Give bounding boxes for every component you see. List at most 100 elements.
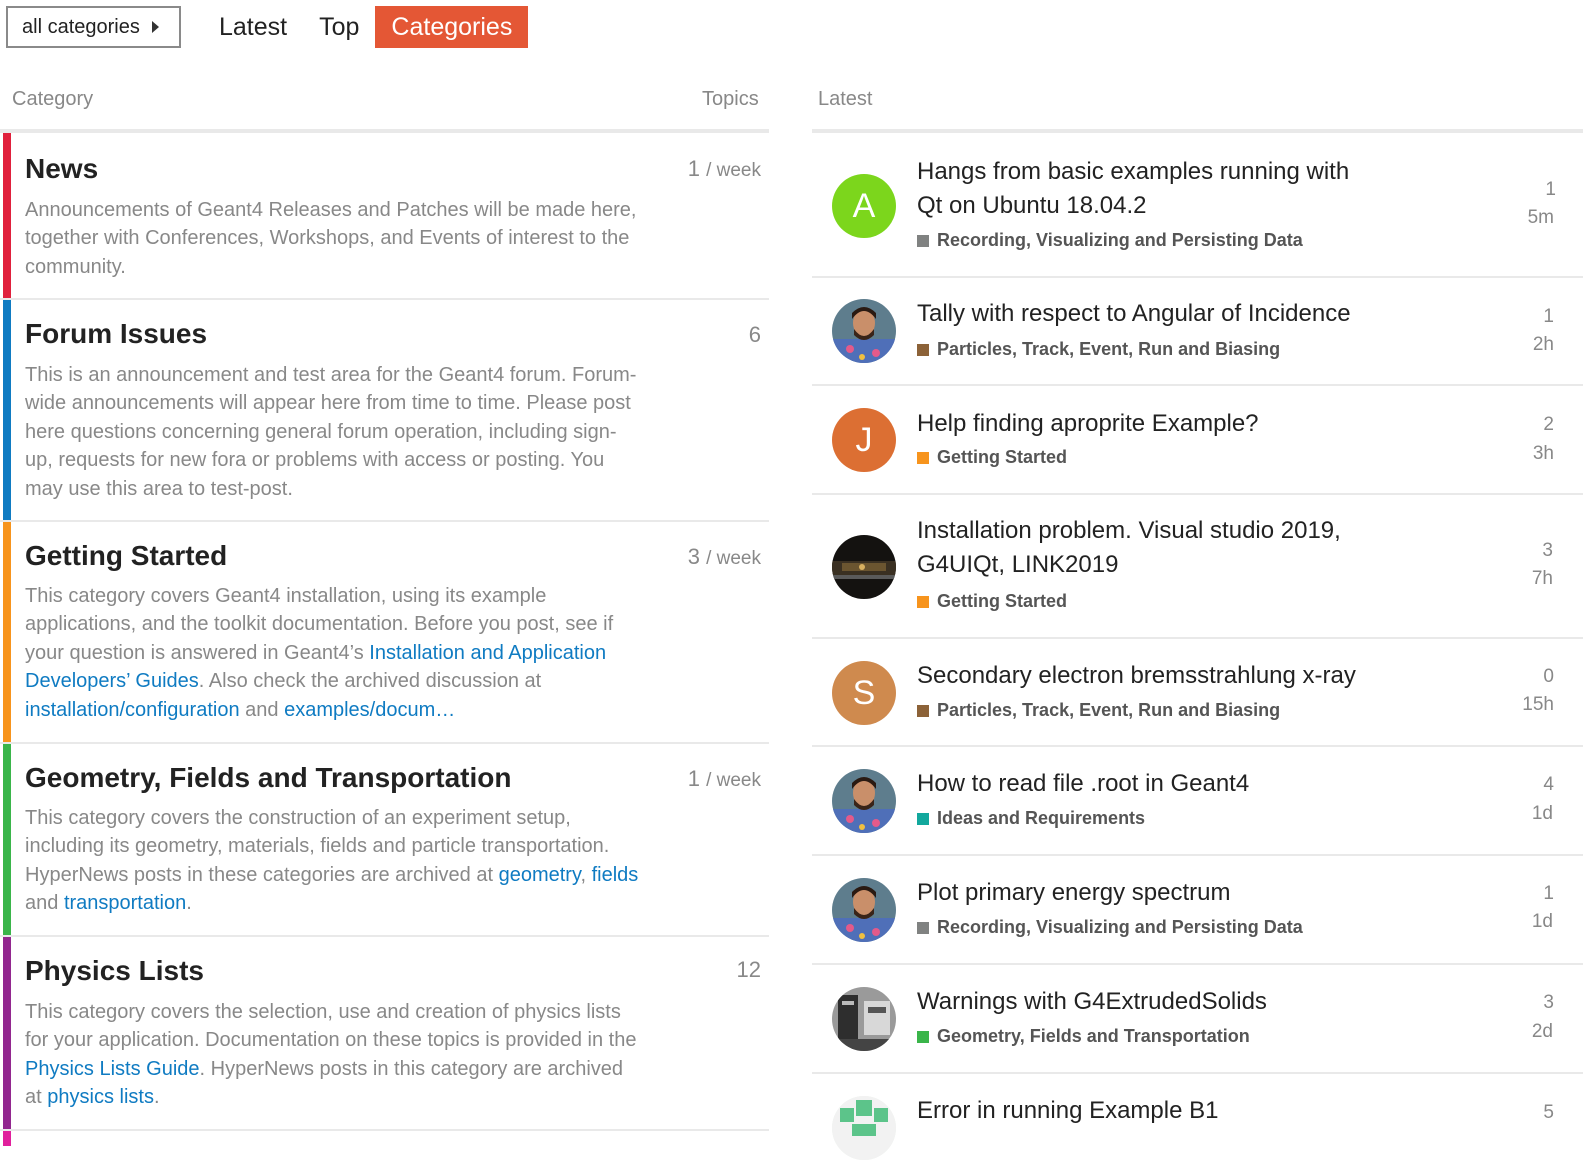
topic-title[interactable]: Tally with respect to Angular of Inciden… [917, 297, 1377, 331]
fields-link[interactable]: fields [592, 864, 639, 886]
category-topics-count: 1 / week [688, 156, 761, 182]
user-photo-icon [832, 299, 896, 363]
topic-activity-age[interactable]: 1d [1532, 803, 1553, 825]
category-name[interactable]: Getting Started [25, 540, 227, 572]
topic-replies: 3 [1542, 540, 1553, 561]
topic-activity-age[interactable]: 1d [1532, 911, 1553, 933]
topic-title[interactable]: Help finding aproprite Example? [917, 407, 1377, 441]
topic-replies: 1 [1543, 883, 1554, 904]
topics-number: 6 [748, 322, 761, 347]
geometry-link[interactable]: geometry [499, 864, 581, 886]
topic-row[interactable]: Plot primary energy spectrum Recording, … [812, 856, 1583, 965]
topic-activity-age[interactable]: 2d [1532, 1021, 1553, 1043]
category-row-geometry[interactable]: Geometry, Fields and Transportation 1 / … [0, 744, 769, 937]
tab-top[interactable]: Top [303, 6, 375, 48]
category-name[interactable]: Forum Issues [25, 318, 207, 350]
category-name[interactable]: News [25, 153, 98, 185]
avatar[interactable] [832, 1096, 896, 1160]
avatar[interactable] [832, 878, 896, 942]
topics-number: 1 [687, 156, 700, 181]
topics-column-header[interactable]: Topics [702, 88, 759, 111]
topic-title[interactable]: Hangs from basic examples running with Q… [917, 155, 1377, 223]
topic-row[interactable]: Warnings with G4ExtrudedSolids Geometry,… [812, 965, 1583, 1074]
category-description: This category covers the construction of… [25, 807, 639, 915]
category-description: This category covers the selection, use … [25, 1001, 637, 1109]
caret-right-icon [151, 21, 159, 33]
category-color-bar [3, 937, 11, 1129]
latest-column-header: Latest [818, 88, 873, 110]
topic-activity-age[interactable]: 7h [1532, 568, 1553, 590]
user-photo-icon [832, 769, 896, 833]
topics-unit: / week [706, 160, 761, 181]
category-color-bar [3, 300, 11, 520]
category-row-forum-issues[interactable]: Forum Issues 6 This is an announcement a… [0, 300, 769, 522]
category-dropdown-label: all categories [22, 15, 140, 38]
topic-category-badge[interactable]: Geometry, Fields and Transportation [917, 1026, 1250, 1047]
topic-category-badge[interactable]: Recording, Visualizing and Persisting Da… [917, 917, 1303, 938]
category-row-news[interactable]: News 1 / week Announcements of Geant4 Re… [0, 133, 769, 300]
category-row-getting-started[interactable]: Getting Started 3 / week This category c… [0, 522, 769, 744]
topic-activity-age[interactable]: 15h [1522, 694, 1554, 716]
topic-title[interactable]: How to read file .root in Geant4 [917, 767, 1377, 801]
avatar[interactable] [832, 299, 896, 363]
transportation-link[interactable]: transportation [64, 892, 186, 914]
topics-unit: / week [706, 548, 761, 569]
topics-unit: / week [706, 770, 761, 791]
topic-row[interactable]: Tally with respect to Angular of Inciden… [812, 278, 1583, 386]
topic-title[interactable]: Plot primary energy spectrum [917, 876, 1377, 910]
category-name[interactable]: Physics Lists [25, 955, 204, 987]
avatar[interactable]: S [832, 661, 896, 725]
category-column-header[interactable]: Category [12, 88, 93, 111]
topic-title[interactable]: Warnings with G4ExtrudedSolids [917, 985, 1377, 1019]
topic-replies: 4 [1543, 774, 1554, 795]
category-color-square [917, 1030, 929, 1043]
avatar[interactable]: A [832, 174, 896, 238]
tab-categories[interactable]: Categories [375, 6, 529, 48]
topic-row[interactable]: Error in running Example B1 5 [812, 1074, 1583, 1160]
category-topics-count: 6 [749, 322, 761, 348]
category-row-physics-lists[interactable]: Physics Lists 12 This category covers th… [0, 937, 769, 1131]
category-name[interactable]: Geometry, Fields and Transportation [25, 762, 511, 794]
topic-category-badge[interactable]: Recording, Visualizing and Persisting Da… [917, 230, 1303, 251]
topic-category-badge[interactable]: Particles, Track, Event, Run and Biasing [917, 339, 1280, 360]
avatar[interactable]: J [832, 408, 896, 472]
topic-row[interactable]: A Hangs from basic examples running with… [812, 133, 1583, 278]
category-color-square [917, 234, 929, 247]
examples-documentation-link[interactable]: examples/docum… [284, 699, 455, 721]
topic-activity-age[interactable]: 3h [1533, 443, 1554, 465]
category-description: This category covers Geant4 installation… [25, 585, 614, 721]
topics-number: 1 [687, 766, 700, 791]
topics-number: 12 [736, 957, 761, 982]
topic-row[interactable]: S Secondary electron bremsstrahlung x-ra… [812, 639, 1583, 747]
topic-title[interactable]: Installation problem. Visual studio 2019… [917, 514, 1377, 582]
avatar[interactable] [832, 769, 896, 833]
category-color-bar [3, 744, 11, 935]
category-dropdown[interactable]: all categories [6, 6, 181, 48]
topic-activity-age[interactable]: 5m [1528, 207, 1554, 229]
category-color-square [917, 921, 929, 934]
topic-category-badge[interactable]: Ideas and Requirements [917, 808, 1145, 829]
physics-lists-archive-link[interactable]: physics lists [47, 1086, 154, 1108]
category-color-square [917, 812, 929, 825]
physics-lists-guide-link[interactable]: Physics Lists Guide [25, 1058, 200, 1080]
topic-category-badge[interactable]: Getting Started [917, 447, 1067, 468]
avatar[interactable] [832, 535, 896, 599]
category-topics-count: 3 / week [688, 544, 761, 570]
category-color-square [917, 704, 929, 717]
topic-replies: 2 [1543, 414, 1554, 435]
topic-category-badge[interactable]: Getting Started [917, 591, 1067, 612]
category-color-bar [3, 133, 11, 298]
tab-latest[interactable]: Latest [203, 6, 303, 48]
topic-title[interactable]: Secondary electron bremsstrahlung x-ray [917, 659, 1377, 693]
topic-row[interactable]: J Help finding aproprite Example? Gettin… [812, 386, 1583, 495]
topic-row[interactable]: Installation problem. Visual studio 2019… [812, 495, 1583, 639]
next-category-color-bar [3, 1131, 11, 1146]
installation-configuration-link[interactable]: installation/configuration [25, 699, 240, 721]
topic-category-badge[interactable]: Particles, Track, Event, Run and Biasing [917, 700, 1280, 721]
topic-activity-age[interactable]: 2h [1533, 334, 1554, 356]
category-description: This is an announcement and test area fo… [25, 364, 637, 500]
topic-row[interactable]: How to read file .root in Geant4 Ideas a… [812, 747, 1583, 856]
topic-title[interactable]: Error in running Example B1 [917, 1094, 1377, 1128]
topic-replies: 0 [1543, 666, 1554, 687]
avatar[interactable] [832, 987, 896, 1051]
